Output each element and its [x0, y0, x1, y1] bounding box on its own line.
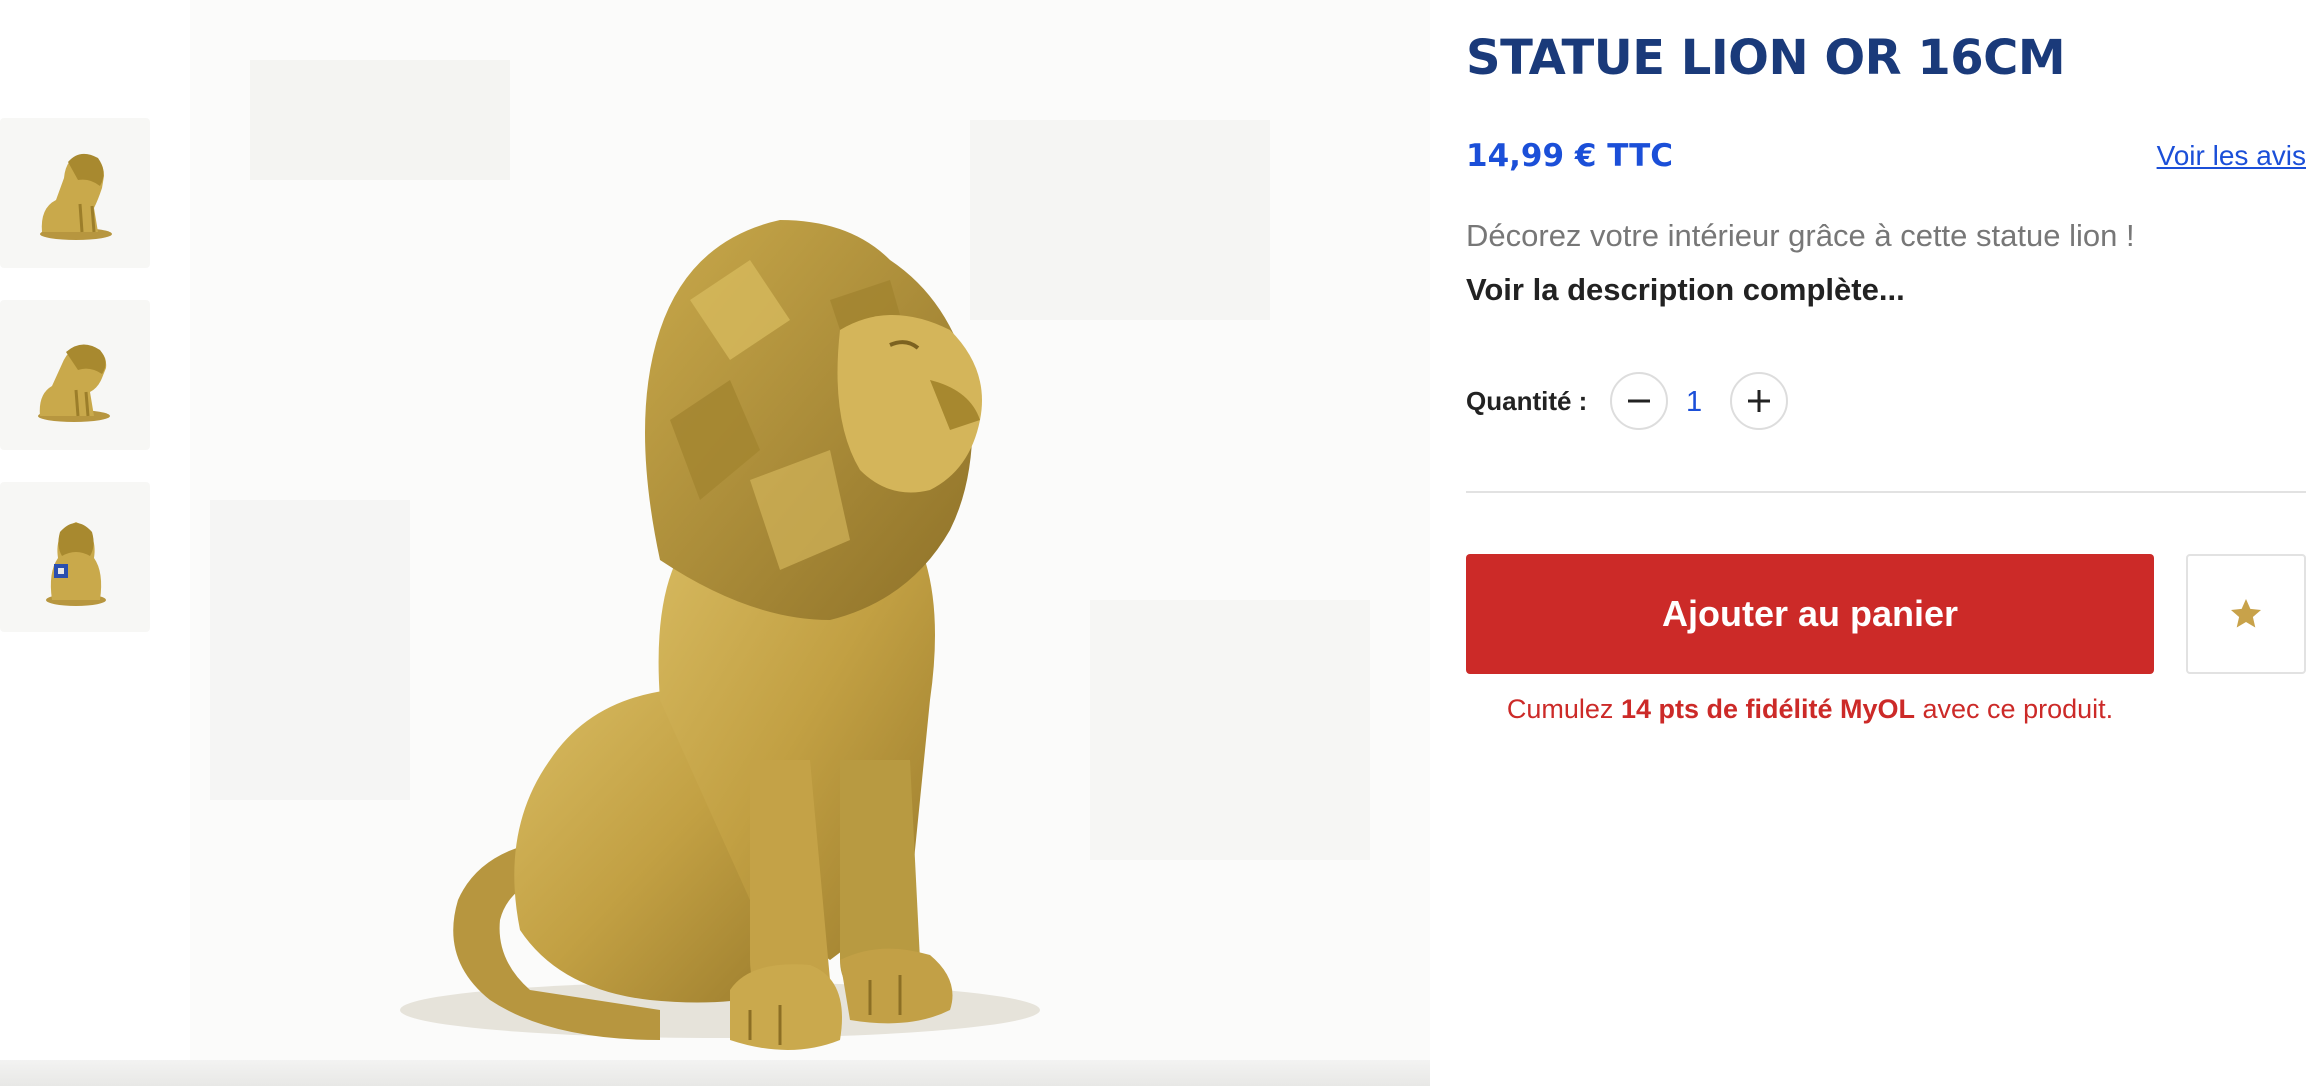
product-info-panel: STATUE LION OR 16CM 14,99 € TTC Voir les…: [1466, 0, 2306, 1086]
main-product-image[interactable]: [190, 0, 1430, 1086]
thumbnail-gallery: [0, 118, 160, 664]
thumbnail-lion-side[interactable]: [0, 118, 150, 268]
loyalty-prefix: Cumulez: [1506, 694, 1614, 724]
add-to-favorites-button[interactable]: [2186, 554, 2306, 674]
image-bottom-shadow: [0, 1060, 1430, 1086]
lion-thumbnail-image: [38, 344, 110, 422]
thumbnail-lion-front[interactable]: [0, 482, 150, 632]
loyalty-suffix: avec ce produit.: [1922, 694, 2114, 724]
product-price: 14,99 € TTC: [1466, 138, 1673, 174]
product-short-description: Décorez votre intérieur grâce à cette st…: [1466, 218, 2135, 253]
lion-statue-image: [210, 60, 1370, 1050]
product-title: STATUE LION OR 16CM: [1466, 30, 2066, 86]
add-to-cart-button[interactable]: Ajouter au panier: [1466, 554, 2154, 674]
minus-icon: [1628, 399, 1650, 403]
divider: [1466, 491, 2306, 493]
lion-thumbnail-image: [40, 153, 112, 240]
plus-icon: [1748, 390, 1770, 412]
see-reviews-link[interactable]: Voir les avis: [2157, 140, 2306, 172]
quantity-increase-button[interactable]: [1730, 372, 1788, 430]
full-description-link[interactable]: Voir la description complète...: [1466, 272, 1905, 308]
lion-thumbnail-image: [46, 522, 106, 606]
loyalty-points: 14 pts de fidélité MyOL: [1620, 694, 1915, 724]
thumbnail-lion-angle[interactable]: [0, 300, 150, 450]
quantity-value[interactable]: 1: [1686, 386, 1702, 419]
star-icon: [2231, 599, 2261, 628]
loyalty-points-message: Cumulez 14 pts de fidélité MyOL avec ce …: [1466, 694, 2154, 725]
quantity-decrease-button[interactable]: [1610, 372, 1668, 430]
quantity-label: Quantité :: [1466, 386, 1588, 416]
